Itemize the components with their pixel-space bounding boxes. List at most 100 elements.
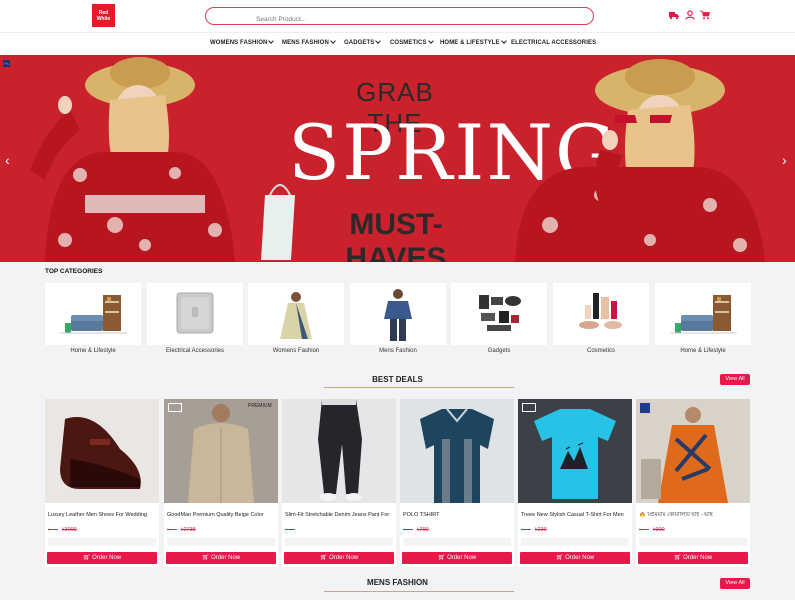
brand-logo[interactable]: Red White	[92, 4, 115, 27]
product-image[interactable]: PREMIUM	[164, 399, 278, 503]
product-old-price: ৳ --- ৳230	[521, 527, 547, 533]
chevron-down-icon	[500, 38, 507, 44]
order-now-button[interactable]: 🛒︎ Order Now	[284, 552, 394, 564]
nav-item-electrical-accessories[interactable]: ELECTRICAL ACCESSORIES	[511, 40, 596, 46]
category-label: Home & Lifestyle	[680, 348, 726, 354]
cart-icon: 🛒︎	[82, 555, 93, 561]
category-card-cosmetics[interactable]	[553, 283, 649, 345]
cart-icon[interactable]	[700, 10, 710, 20]
photoshop-icon: Ps	[3, 60, 10, 67]
man-shirt-image	[384, 289, 412, 341]
divider	[324, 387, 514, 388]
premium-tag: PREMIUM	[248, 403, 272, 409]
nav-item-gadgets[interactable]: GADGETS	[344, 38, 382, 46]
product-old-price: ৳ --- ৳900	[639, 527, 665, 533]
category-card-electrical-accessories[interactable]	[147, 283, 243, 345]
nav-item-womens-fashion[interactable]: WOMENS FASHION	[210, 38, 275, 46]
product-image[interactable]	[518, 399, 632, 503]
price-value: ৳230	[534, 527, 547, 533]
user-icon[interactable]	[685, 10, 695, 20]
product-old-price: ৳ --- ৳3000	[48, 527, 77, 533]
cart-icon: 🛒︎	[201, 555, 212, 561]
order-now-button[interactable]: 🛒︎ Order Now	[166, 552, 276, 564]
product-image[interactable]	[636, 399, 750, 503]
search-input[interactable]	[206, 11, 593, 28]
product-card[interactable]: Treee New Stylish Casual T-Shirt For Men…	[518, 399, 632, 567]
price-value: ৳3000	[61, 527, 77, 533]
product-card[interactable]: Slim-Fit Stretchable Denim Jeans Pant Fo…	[282, 399, 396, 567]
product-card[interactable]: 🔥 প্রিমিয়াম কোয়ালিটি ছাই - ভাই ৳ --- ৳9…	[636, 399, 750, 567]
mens-fashion-header: MENS FASHION View All	[45, 577, 750, 595]
product-name: POLO TSHIRT	[403, 512, 440, 518]
order-label: Order Now	[447, 555, 477, 561]
order-now-button[interactable]: 🛒︎ Order Now	[402, 552, 512, 564]
product-old-price: ৳ ---	[285, 527, 295, 533]
order-now-button[interactable]: 🛒︎ Order Now	[47, 552, 157, 564]
category-card-home-lifestyle[interactable]	[45, 283, 141, 345]
cart-icon: 🛒︎	[319, 555, 330, 561]
banner-next-arrow-icon[interactable]: ›	[782, 152, 787, 168]
view-all-button[interactable]: View All	[720, 374, 750, 385]
nav-label: MENS FASHION	[282, 40, 329, 46]
cosmetics-image	[579, 293, 622, 329]
product-card[interactable]: Luxury Leather Men Shoes For Wedding ৳ -…	[45, 399, 159, 567]
product-image[interactable]	[400, 399, 514, 503]
product-name: Slim-Fit Stretchable Denim Jeans Pant Fo…	[285, 512, 390, 518]
product-name: GoodMan Premium Quality Beige Color	[167, 512, 264, 518]
product-card[interactable]: POLO TSHIRT ৳ --- ৳790 🛒︎ Order Now	[400, 399, 514, 567]
placeholder-bar	[403, 538, 511, 546]
category-label: Electrical Accessories	[165, 348, 225, 354]
nav-label: HOME & LIFESTYLE	[440, 40, 500, 46]
nav-item-mens-fashion[interactable]: MENS FASHION	[282, 38, 336, 46]
banner-prev-arrow-icon[interactable]: ‹	[5, 152, 10, 168]
placeholder-bar	[167, 538, 275, 546]
best-deals-header: BEST DEALS View All	[45, 374, 750, 390]
chevron-down-icon	[375, 38, 382, 44]
truck-icon[interactable]	[669, 10, 679, 20]
product-old-price: ৳ --- ৳790	[403, 527, 429, 533]
category-label: Home & Lifestyle	[70, 348, 116, 354]
top-categories-title: TOP CATEGORIES	[45, 268, 103, 275]
category-card-mens-fashion[interactable]	[350, 283, 446, 345]
badge-frame	[522, 403, 536, 412]
view-all-button[interactable]: View All	[720, 578, 750, 589]
cart-icon: 🛒︎	[673, 555, 684, 561]
nav-label: WOMENS FASHION	[210, 40, 268, 46]
product-image[interactable]	[45, 399, 159, 503]
nav-item-home-lifestyle[interactable]: HOME & LIFESTYLE	[440, 38, 507, 46]
placeholder-bar	[48, 538, 156, 546]
price-value: ৳2739	[180, 527, 196, 533]
nav-item-cosmetics[interactable]: COSMETICS	[390, 38, 434, 46]
search-bar[interactable]	[205, 7, 594, 28]
banner-headline-bottom: MUST-HAVES	[345, 208, 447, 262]
hero-banner[interactable]: Ps GRAB THE SPRING MUST-HAVES ‹ ›	[0, 55, 795, 262]
model-right-image	[515, 59, 765, 262]
category-label: Gadgets	[487, 348, 511, 354]
category-card-home-lifestyle-2[interactable]	[655, 283, 751, 345]
placeholder-bar	[639, 538, 747, 546]
order-now-button[interactable]: 🛒︎ Order Now	[520, 552, 630, 564]
price-value: ৳790	[416, 527, 429, 533]
category-label: Mens Fashion	[379, 348, 417, 354]
order-now-button[interactable]: 🛒︎ Order Now	[638, 552, 748, 564]
main-nav: WOMENS FASHION MENS FASHION GADGETS COSM…	[0, 32, 795, 54]
placeholder-bar	[521, 538, 629, 546]
model-left-image	[30, 57, 295, 262]
product-card[interactable]: PREMIUM GoodMan Premium Quality Beige Co…	[164, 399, 278, 567]
cart-icon: 🛒︎	[437, 555, 448, 561]
badge-frame	[168, 403, 182, 412]
category-card-gadgets[interactable]	[451, 283, 547, 345]
chevron-down-icon	[427, 38, 434, 44]
product-image[interactable]	[282, 399, 396, 503]
cart-icon: 🛒︎	[555, 555, 566, 561]
category-label: Cosmetics	[586, 348, 615, 354]
divider	[324, 591, 514, 592]
category-card-womens-fashion[interactable]	[248, 283, 344, 345]
order-label: Order Now	[329, 555, 359, 561]
order-label: Order Now	[211, 555, 241, 561]
logo-line2: White	[96, 16, 111, 22]
mens-fashion-title: MENS FASHION	[367, 578, 428, 587]
chevron-down-icon	[330, 38, 336, 44]
banner-headline-main: SPRING	[288, 108, 618, 197]
order-label: Order Now	[683, 555, 713, 561]
